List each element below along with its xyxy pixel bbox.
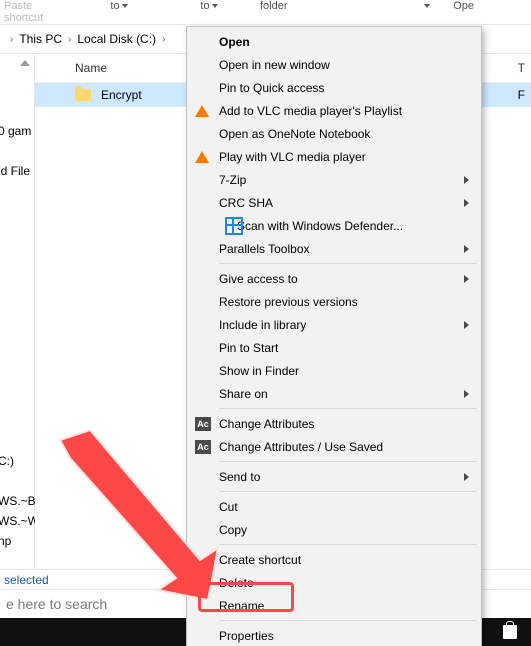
ctx-defender[interactable]: Scan with Windows Defender... [189,214,479,237]
ctx-pin-quick-access[interactable]: Pin to Quick access [189,76,479,99]
chevron-right-icon: › [162,34,165,45]
submenu-arrow-icon [464,199,469,207]
ribbon-newfolder[interactable]: folder [254,0,370,12]
ctx-parallels[interactable]: Parallels Toolbox [189,237,479,260]
submenu-arrow-icon [464,245,469,253]
ctx-give-access[interactable]: Give access to [189,267,479,290]
submenu-arrow-icon [464,275,469,283]
menu-separator [219,544,477,545]
chevron-down-icon [424,4,430,8]
ctx-open-new-window[interactable]: Open in new window [189,53,479,76]
ctx-play-vlc[interactable]: Play with VLC media player [189,145,479,168]
ribbon: Paste shortcut to to folder Ope [0,0,531,25]
ctx-crc-sha[interactable]: CRC SHA [189,191,479,214]
nav-item[interactable]: WS.~B [0,494,36,508]
attribute-changer-icon: Ac [195,440,211,454]
ribbon-dropdown-2[interactable]: to [164,0,254,12]
search-placeholder: e here to search [6,596,107,612]
ctx-show-finder[interactable]: Show in Finder [189,359,479,382]
menu-separator [219,620,477,621]
scroll-up-icon[interactable] [20,60,30,66]
menu-separator [219,491,477,492]
vlc-icon [195,105,209,117]
ctx-change-attributes-saved[interactable]: AcChange Attributes / Use Saved [189,435,479,458]
ribbon-paste-shortcut[interactable]: Paste shortcut [0,0,74,24]
ctx-share-on[interactable]: Share on [189,382,479,405]
ribbon-dropdown-3[interactable] [370,0,434,12]
chevron-right-icon: › [68,34,71,45]
ctx-change-attributes[interactable]: AcChange Attributes [189,412,479,435]
ctx-open[interactable]: Open [189,30,479,53]
ctx-add-vlc-playlist[interactable]: Add to VLC media player's Playlist [189,99,479,122]
status-text: selected [4,573,49,587]
ctx-properties[interactable]: Properties [189,624,479,646]
context-menu: Open Open in new window Pin to Quick acc… [186,26,482,646]
nav-item[interactable]: np [0,534,11,548]
submenu-arrow-icon [464,473,469,481]
chevron-down-icon [212,4,218,8]
vlc-icon [195,151,209,163]
ctx-pin-start[interactable]: Pin to Start [189,336,479,359]
ribbon-dropdown-1[interactable]: to [74,0,164,12]
defender-icon [225,217,243,235]
chevron-down-icon [122,4,128,8]
column-name[interactable]: Name [75,61,107,75]
ctx-open-onenote[interactable]: Open as OneNote Notebook [189,122,479,145]
column-type[interactable]: T [518,61,525,75]
menu-separator [219,408,477,409]
ctx-delete[interactable]: Delete [189,571,479,594]
submenu-arrow-icon [464,176,469,184]
ctx-restore-previous[interactable]: Restore previous versions [189,290,479,313]
nav-item[interactable]: C:) [0,454,14,468]
ribbon-open[interactable]: Ope [434,0,480,12]
ctx-rename[interactable]: Rename [189,594,479,617]
menu-separator [219,263,477,264]
breadcrumb-local-disk[interactable]: Local Disk (C:) [77,32,156,46]
attribute-changer-icon: Ac [195,417,211,431]
file-type: F [518,88,525,102]
menu-separator [219,461,477,462]
nav-pane[interactable]: 0 gam id File C:) WS.~B WS.~WS np [0,54,35,600]
ctx-7zip[interactable]: 7-Zip [189,168,479,191]
submenu-arrow-icon [464,321,469,329]
nav-item[interactable]: 0 gam [0,124,31,138]
store-icon[interactable] [501,623,519,641]
submenu-arrow-icon [464,390,469,398]
ctx-copy[interactable]: Copy [189,518,479,541]
file-name: Encrypt [101,88,142,102]
folder-icon [75,89,91,101]
ctx-include-library[interactable]: Include in library [189,313,479,336]
nav-item[interactable]: id File [0,164,30,178]
breadcrumb-this-pc[interactable]: This PC [19,32,62,46]
chevron-right-icon: › [10,34,13,45]
ctx-send-to[interactable]: Send to [189,465,479,488]
ctx-cut[interactable]: Cut [189,495,479,518]
ctx-create-shortcut[interactable]: Create shortcut [189,548,479,571]
